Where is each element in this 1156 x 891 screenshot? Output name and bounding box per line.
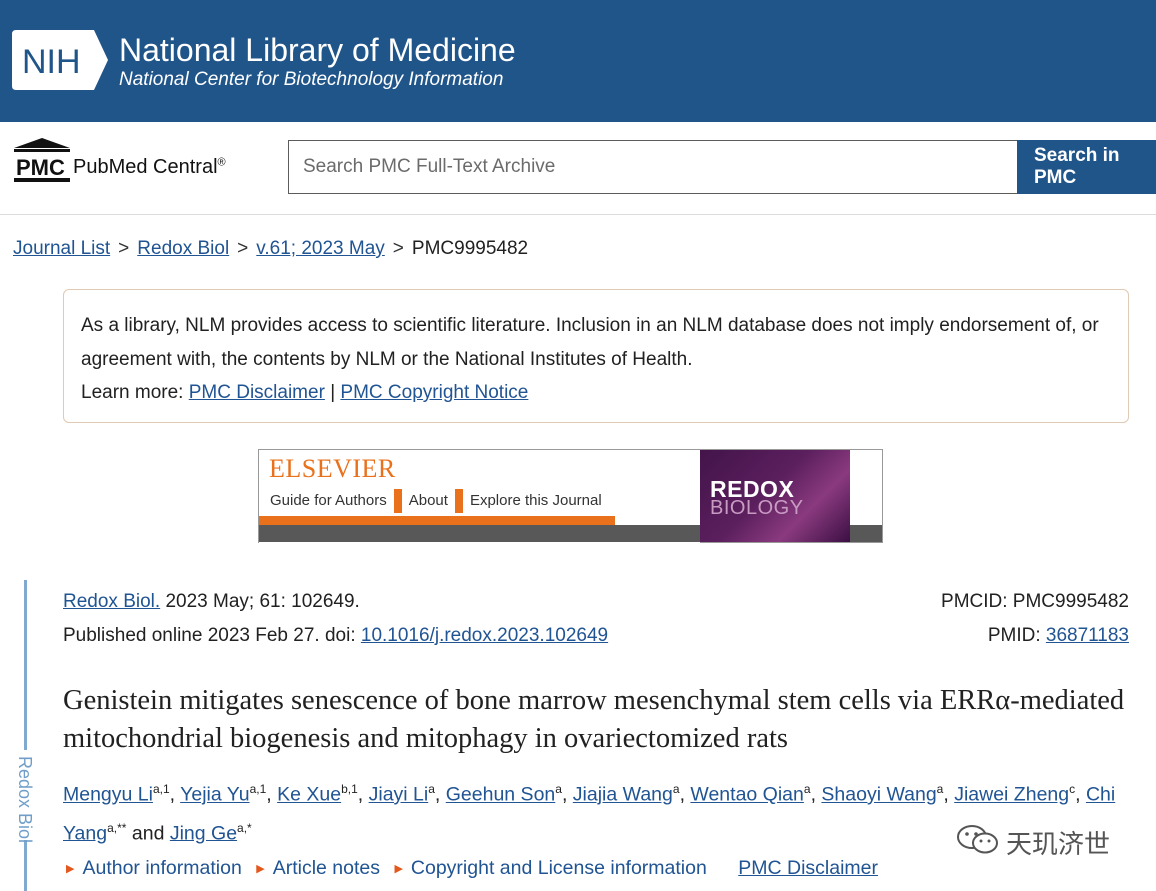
- author-link[interactable]: Geehun Son: [446, 784, 556, 806]
- redox-biology-cover[interactable]: REDOX BIOLOGY: [700, 450, 850, 542]
- author-link[interactable]: Yejia Yu: [180, 784, 249, 806]
- journal-banner[interactable]: ELSEVIER Guide for Authors About Explore t…: [258, 449, 883, 543]
- breadcrumb-issue[interactable]: v.61; 2023 May: [256, 238, 385, 259]
- author-separator: ,: [266, 783, 272, 806]
- breadcrumb-separator: >: [237, 238, 249, 259]
- author-link[interactable]: Jing Ge: [170, 822, 237, 844]
- notice-learn-more: Learn more: PMC Disclaimer | PMC Copyrig…: [81, 382, 529, 403]
- published-line: Published online 2023 Feb 27. doi: 10.10…: [63, 625, 609, 646]
- nih-header: NIH National Library of Medicine Nationa…: [0, 0, 1156, 122]
- wechat-icon: [956, 823, 1000, 864]
- author-separator: ,: [434, 783, 441, 806]
- explore-journal-link[interactable]: Explore this Journal: [467, 492, 605, 509]
- search-button[interactable]: Search in PMC: [1017, 140, 1156, 194]
- author-separator: ,: [810, 783, 816, 806]
- pmc-copyright-link[interactable]: PMC Copyright Notice: [340, 382, 528, 403]
- pubmed-central-name[interactable]: PubMed Central®: [73, 156, 226, 179]
- banner-accent-bar: [259, 516, 615, 525]
- nlm-notice: As a library, NLM provides access to sci…: [63, 289, 1129, 423]
- expand-arrow-icon: ▶: [256, 863, 265, 875]
- author-separator: ,: [357, 783, 364, 806]
- breadcrumb-journal[interactable]: Redox Biol: [137, 238, 229, 259]
- author-affiliation[interactable]: a,**: [107, 821, 126, 835]
- breadcrumb: Journal List > Redox Biol > v.61; 2023 May > P…: [13, 238, 528, 260]
- article-title: Genistein mitigates senescence of bone m…: [63, 685, 1125, 754]
- nav-divider: [454, 489, 463, 513]
- author-affiliation[interactable]: b,1: [341, 782, 358, 796]
- copyright-license-toggle[interactable]: Copyright and License information: [411, 857, 707, 879]
- author-link[interactable]: Ke Xue: [277, 784, 341, 806]
- sidebar-line: [24, 580, 27, 891]
- author-separator: ,: [679, 783, 685, 806]
- author-affiliation[interactable]: a: [555, 782, 562, 796]
- redox-title-line2: BIOLOGY: [710, 497, 804, 519]
- author-separator: ,: [169, 783, 176, 806]
- author-link[interactable]: Mengyu Li: [63, 784, 153, 806]
- elsevier-logo-text[interactable]: ELSEVIER: [269, 454, 396, 484]
- watermark: 天玑济世: [956, 823, 1110, 864]
- author-affiliation[interactable]: a,1: [153, 782, 170, 796]
- author-link[interactable]: Jiajia Wang: [573, 784, 673, 806]
- pmid-line: PMID: 36871183: [987, 625, 1129, 646]
- author-information-toggle[interactable]: Author information: [82, 857, 241, 879]
- about-link[interactable]: About: [406, 492, 451, 509]
- author-affiliation[interactable]: a: [428, 782, 435, 796]
- identifiers-block: PMCID: PMC9995482 PMID: 36871183: [941, 585, 1129, 653]
- author-affiliation[interactable]: a,1: [250, 782, 267, 796]
- nih-logo[interactable]: NIH: [12, 28, 112, 97]
- citation-line: Redox Biol. 2023 May; 61: 102649.: [63, 591, 360, 612]
- pmc-logo[interactable]: PMC: [12, 136, 74, 189]
- notice-text: As a library, NLM provides access to sci…: [81, 315, 1099, 370]
- pmcid: PMCID: PMC9995482: [941, 591, 1129, 612]
- author-separator: and: [126, 822, 165, 844]
- article-meta-links: ▶ Author information ▶ Article notes ▶ Copy…: [66, 857, 878, 880]
- author-separator: ,: [1075, 783, 1081, 806]
- author-link[interactable]: Jiayi Li: [369, 784, 429, 806]
- breadcrumb-separator: >: [392, 238, 404, 259]
- journal-link[interactable]: Redox Biol.: [63, 591, 160, 612]
- pmc-header: PMC PubMed Central® Search in PMC: [0, 122, 1156, 215]
- author-affiliation[interactable]: a: [804, 782, 811, 796]
- author-link[interactable]: Shaoyi Wang: [821, 784, 936, 806]
- breadcrumb-journal-list[interactable]: Journal List: [13, 238, 110, 259]
- pmc-roof-icon: [14, 138, 70, 148]
- author-link[interactable]: Jiawei Zheng: [954, 784, 1069, 806]
- pmc-disclaimer-bottom-link[interactable]: PMC Disclaimer: [738, 857, 878, 879]
- svg-text:PMC: PMC: [16, 155, 65, 180]
- pmid-link[interactable]: 36871183: [1046, 625, 1129, 646]
- nih-logo-text: NIH: [22, 43, 81, 81]
- expand-arrow-icon: ▶: [66, 863, 75, 875]
- ncbi-subtitle: National Center for Biotechnology Inform…: [119, 69, 504, 90]
- pmc-disclaimer-link[interactable]: PMC Disclaimer: [189, 382, 325, 403]
- citation-block: Redox Biol. 2023 May; 61: 102649. Publis…: [63, 585, 608, 653]
- search-input[interactable]: [288, 140, 1017, 194]
- article-notes-toggle[interactable]: Article notes: [273, 857, 380, 879]
- author-separator: ,: [943, 783, 949, 806]
- author-link[interactable]: Wentao Qian: [690, 784, 803, 806]
- doi-link[interactable]: 10.1016/j.redox.2023.102649: [361, 625, 608, 646]
- expand-arrow-icon: ▶: [394, 863, 403, 875]
- author-separator: ,: [561, 783, 568, 806]
- guide-for-authors-link[interactable]: Guide for Authors: [267, 492, 390, 509]
- author-affiliation[interactable]: a: [673, 782, 680, 796]
- sidebar-journal-label[interactable]: Redox Biol: [14, 756, 35, 843]
- banner-nav: Guide for Authors About Explore this Journ…: [267, 489, 605, 513]
- breadcrumb-separator: >: [118, 238, 130, 259]
- watermark-text: 天玑济世: [1006, 829, 1111, 859]
- breadcrumb-current: PMC9995482: [411, 238, 529, 259]
- nlm-title[interactable]: National Library of Medicine: [119, 32, 516, 68]
- nav-divider: [393, 489, 402, 513]
- author-affiliation[interactable]: a,*: [237, 821, 252, 835]
